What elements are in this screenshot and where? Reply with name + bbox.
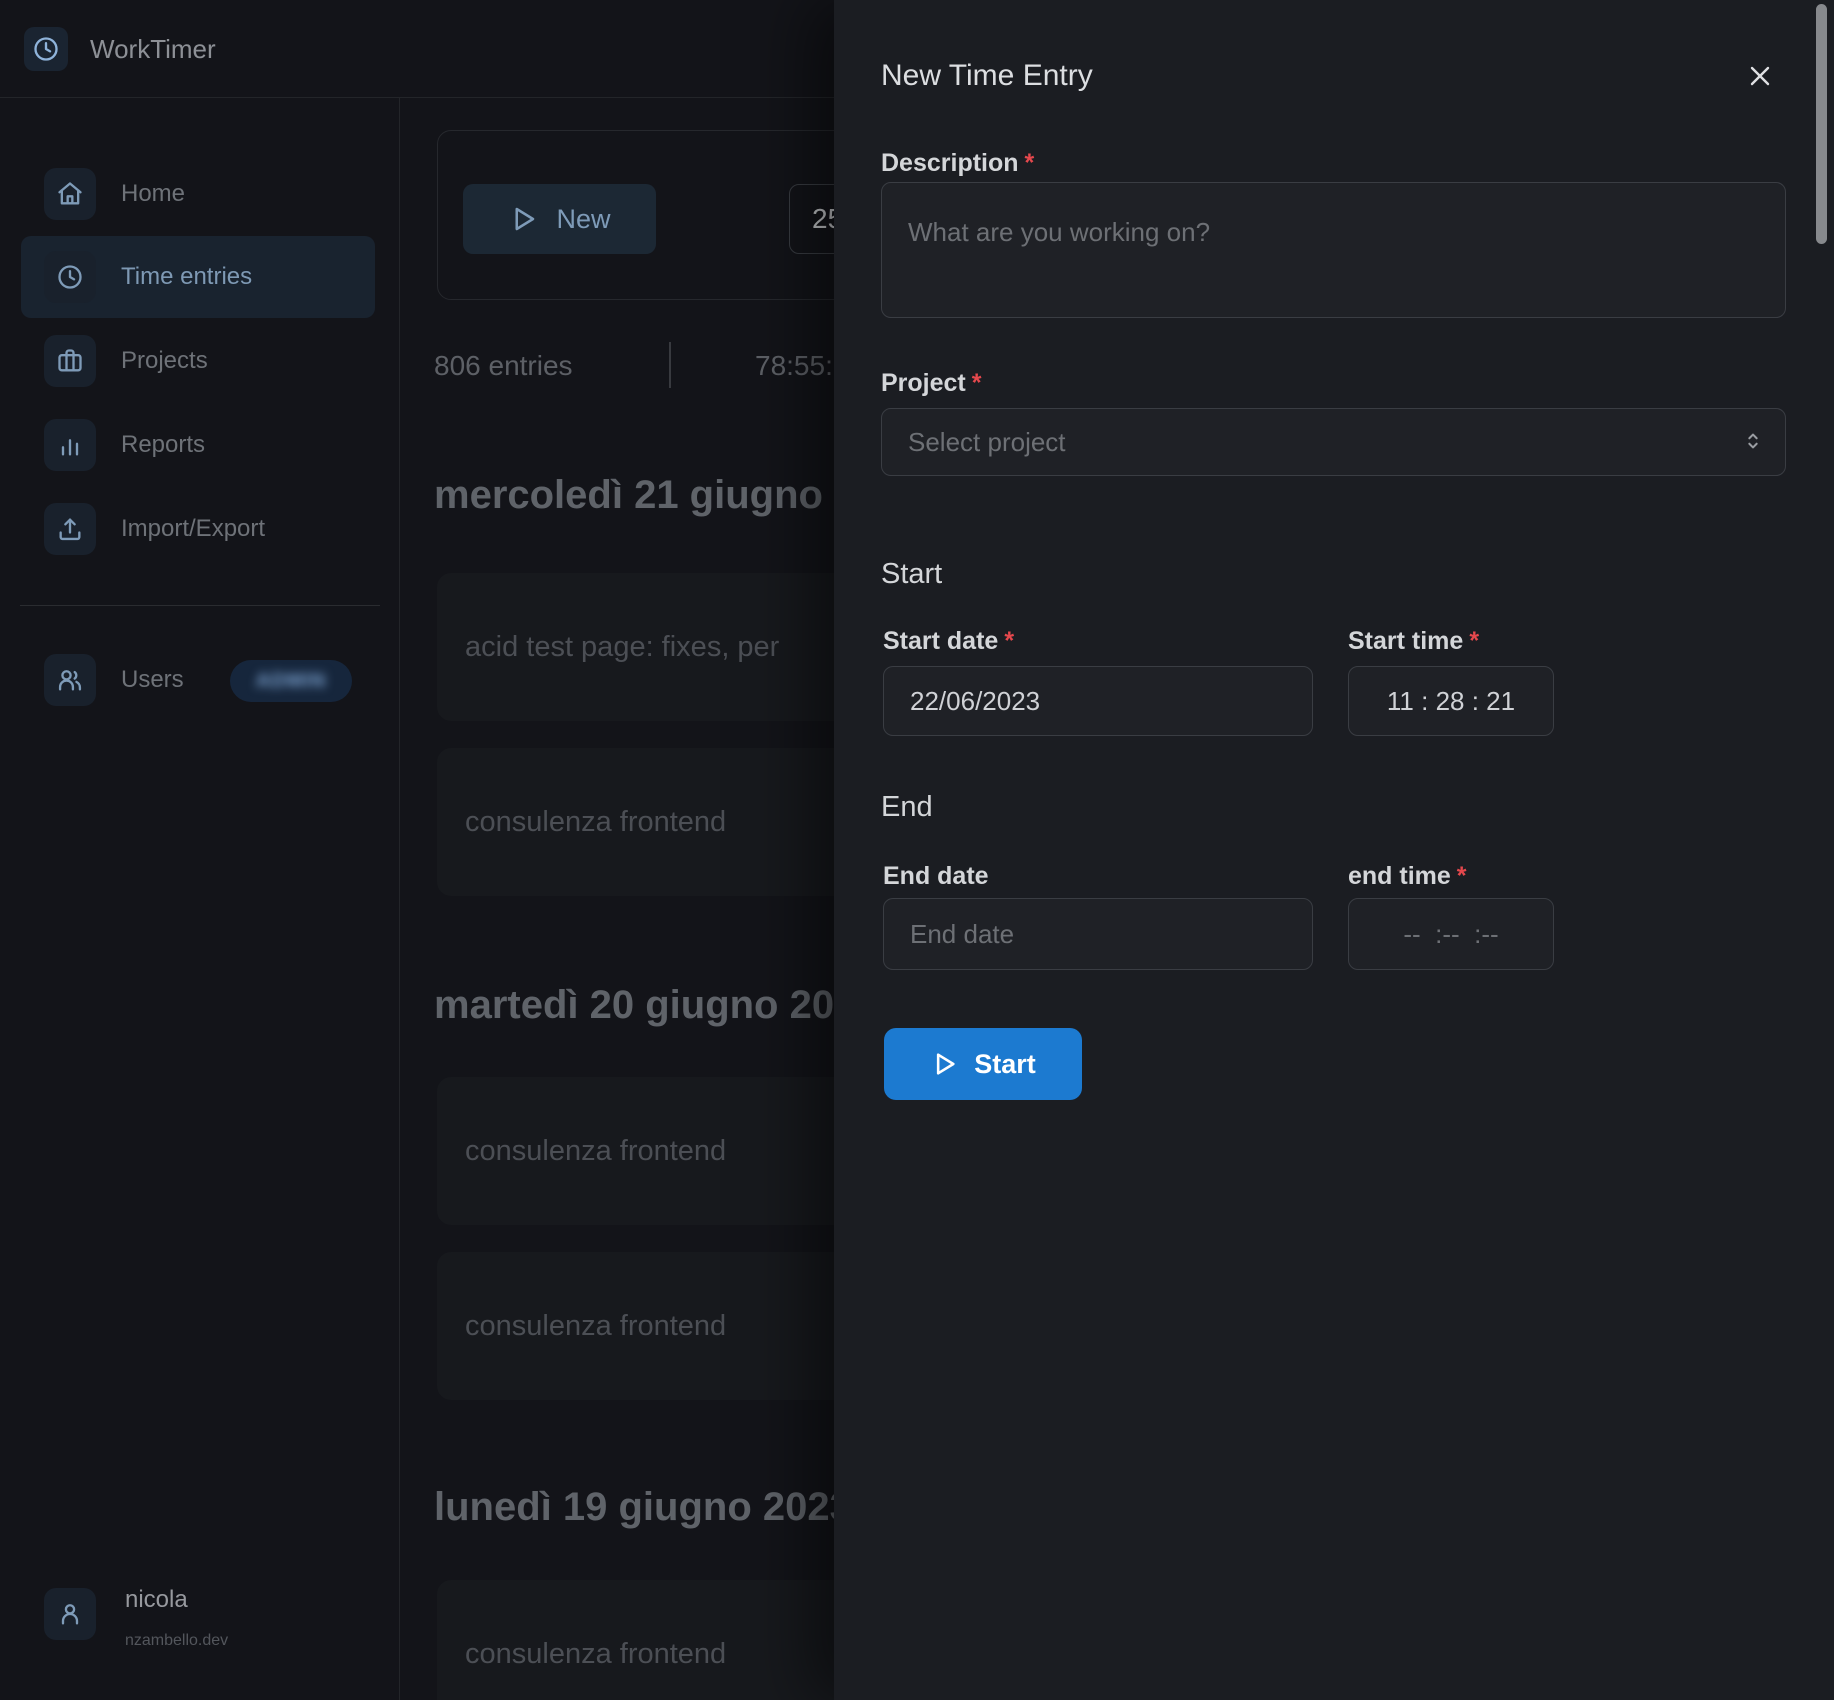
sidebar-item-label: Reports (121, 431, 205, 459)
required-asterisk: * (1025, 149, 1035, 177)
sidebar: Home Time entries Projects Reports Impor (0, 98, 400, 1700)
required-asterisk: * (1469, 627, 1479, 655)
start-section-heading: Start (881, 558, 942, 591)
app-title: WorkTimer (90, 0, 216, 98)
sidebar-item-projects[interactable]: Projects (21, 320, 375, 402)
description-input[interactable] (881, 182, 1786, 318)
briefcase-icon (44, 335, 96, 387)
sidebar-item-home[interactable]: Home (21, 153, 375, 235)
play-icon (930, 1050, 958, 1078)
home-icon (44, 168, 96, 220)
new-time-entry-panel: New Time Entry Description* Project* Sel… (834, 0, 1834, 1700)
entries-count: 806 entries (434, 348, 573, 384)
end-time-input[interactable] (1348, 898, 1554, 970)
sidebar-item-time-entries[interactable]: Time entries (21, 236, 375, 318)
clock-logo-icon (32, 35, 60, 63)
bar-chart-icon (44, 419, 96, 471)
start-button-label: Start (974, 1049, 1036, 1080)
sidebar-item-label: Users (121, 666, 184, 694)
start-date-label: Start date* (883, 626, 1014, 656)
admin-badge: ADMIN (230, 660, 352, 702)
start-timer-button[interactable]: Start (884, 1028, 1082, 1100)
total-time: 78:55: (755, 348, 833, 384)
sidebar-item-reports[interactable]: Reports (21, 404, 375, 486)
sidebar-item-label: Time entries (121, 263, 252, 291)
required-asterisk: * (1004, 627, 1014, 655)
end-date-label: End date (883, 861, 989, 891)
app-logo (24, 27, 68, 71)
upload-icon (44, 503, 96, 555)
panel-title: New Time Entry (881, 58, 1093, 94)
new-entry-label: New (556, 204, 610, 235)
panel-scrollbar-thumb[interactable] (1816, 4, 1827, 244)
sidebar-item-import-export[interactable]: Import/Export (21, 488, 375, 570)
required-asterisk: * (1457, 862, 1467, 890)
project-label: Project* (881, 368, 982, 398)
start-time-label: Start time* (1348, 626, 1479, 656)
entry-description: acid test page: fixes, per (465, 631, 779, 664)
start-time-input[interactable] (1348, 666, 1554, 736)
entry-description: consulenza frontend (465, 1638, 726, 1671)
play-icon (508, 204, 538, 234)
required-asterisk: * (972, 369, 982, 397)
entry-description: consulenza frontend (465, 806, 726, 839)
project-select-placeholder: Select project (908, 427, 1066, 458)
start-date-input[interactable] (883, 666, 1313, 736)
description-label: Description* (881, 148, 1034, 178)
user-domain: nzambello.dev (125, 1632, 228, 1650)
admin-badge-text: ADMIN (256, 670, 327, 693)
user-avatar-icon (44, 1588, 96, 1640)
user-name: nicola (125, 1586, 188, 1614)
clock-icon (44, 251, 96, 303)
end-section-heading: End (881, 791, 933, 824)
end-date-input[interactable] (883, 898, 1313, 970)
app-window: WorkTimer Home Time entries Projects (0, 0, 1834, 1700)
project-select[interactable]: Select project (881, 408, 1786, 476)
new-entry-button[interactable]: New (463, 184, 656, 254)
sidebar-divider (20, 605, 380, 606)
entry-description: consulenza frontend (465, 1135, 726, 1168)
entry-description: consulenza frontend (465, 1310, 726, 1343)
close-panel-button[interactable] (1740, 56, 1780, 96)
sidebar-item-label: Home (121, 180, 185, 208)
close-icon (1748, 64, 1772, 88)
current-user-block[interactable]: nicola nzambello.dev (0, 1580, 400, 1700)
end-time-label: end time* (1348, 861, 1467, 891)
users-icon (44, 654, 96, 706)
chevrons-up-down-icon (1742, 430, 1764, 452)
sidebar-item-label: Import/Export (121, 515, 265, 543)
stats-divider (669, 342, 671, 388)
sidebar-item-label: Projects (121, 347, 208, 375)
